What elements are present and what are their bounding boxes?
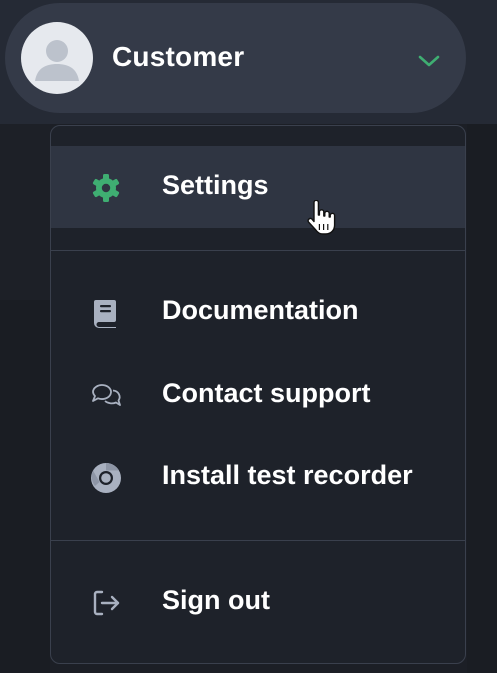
gear-icon (89, 171, 123, 205)
menu-item-documentation[interactable]: Documentation (51, 271, 465, 353)
book-icon (89, 296, 123, 330)
menu-divider (51, 540, 465, 541)
account-dropdown-menu: Settings Documentation Contact support I… (50, 125, 466, 664)
menu-item-install-test-recorder[interactable]: Install test recorder (51, 436, 465, 518)
menu-item-settings[interactable]: Settings (51, 146, 465, 228)
menu-item-contact-support[interactable]: Contact support (51, 354, 465, 436)
background-panel (0, 124, 50, 300)
menu-divider (51, 250, 465, 251)
chevron-down-icon[interactable] (416, 51, 442, 71)
menu-item-label: Settings (162, 170, 269, 200)
menu-item-sign-out[interactable]: Sign out (51, 561, 465, 643)
account-menu-toggle[interactable]: Customer (5, 3, 466, 113)
background-panel-right (467, 124, 497, 673)
menu-item-label: Install test recorder (162, 460, 413, 490)
user-silhouette-icon (21, 22, 93, 94)
account-name: Customer (112, 41, 245, 72)
menu-item-label: Contact support (162, 378, 371, 408)
menu-item-label: Sign out (162, 585, 270, 615)
chrome-icon (89, 461, 123, 495)
chat-bubbles-icon (89, 379, 123, 413)
menu-item-label: Documentation (162, 295, 359, 325)
background-panel-lower (0, 300, 50, 673)
sign-out-icon (89, 586, 123, 620)
